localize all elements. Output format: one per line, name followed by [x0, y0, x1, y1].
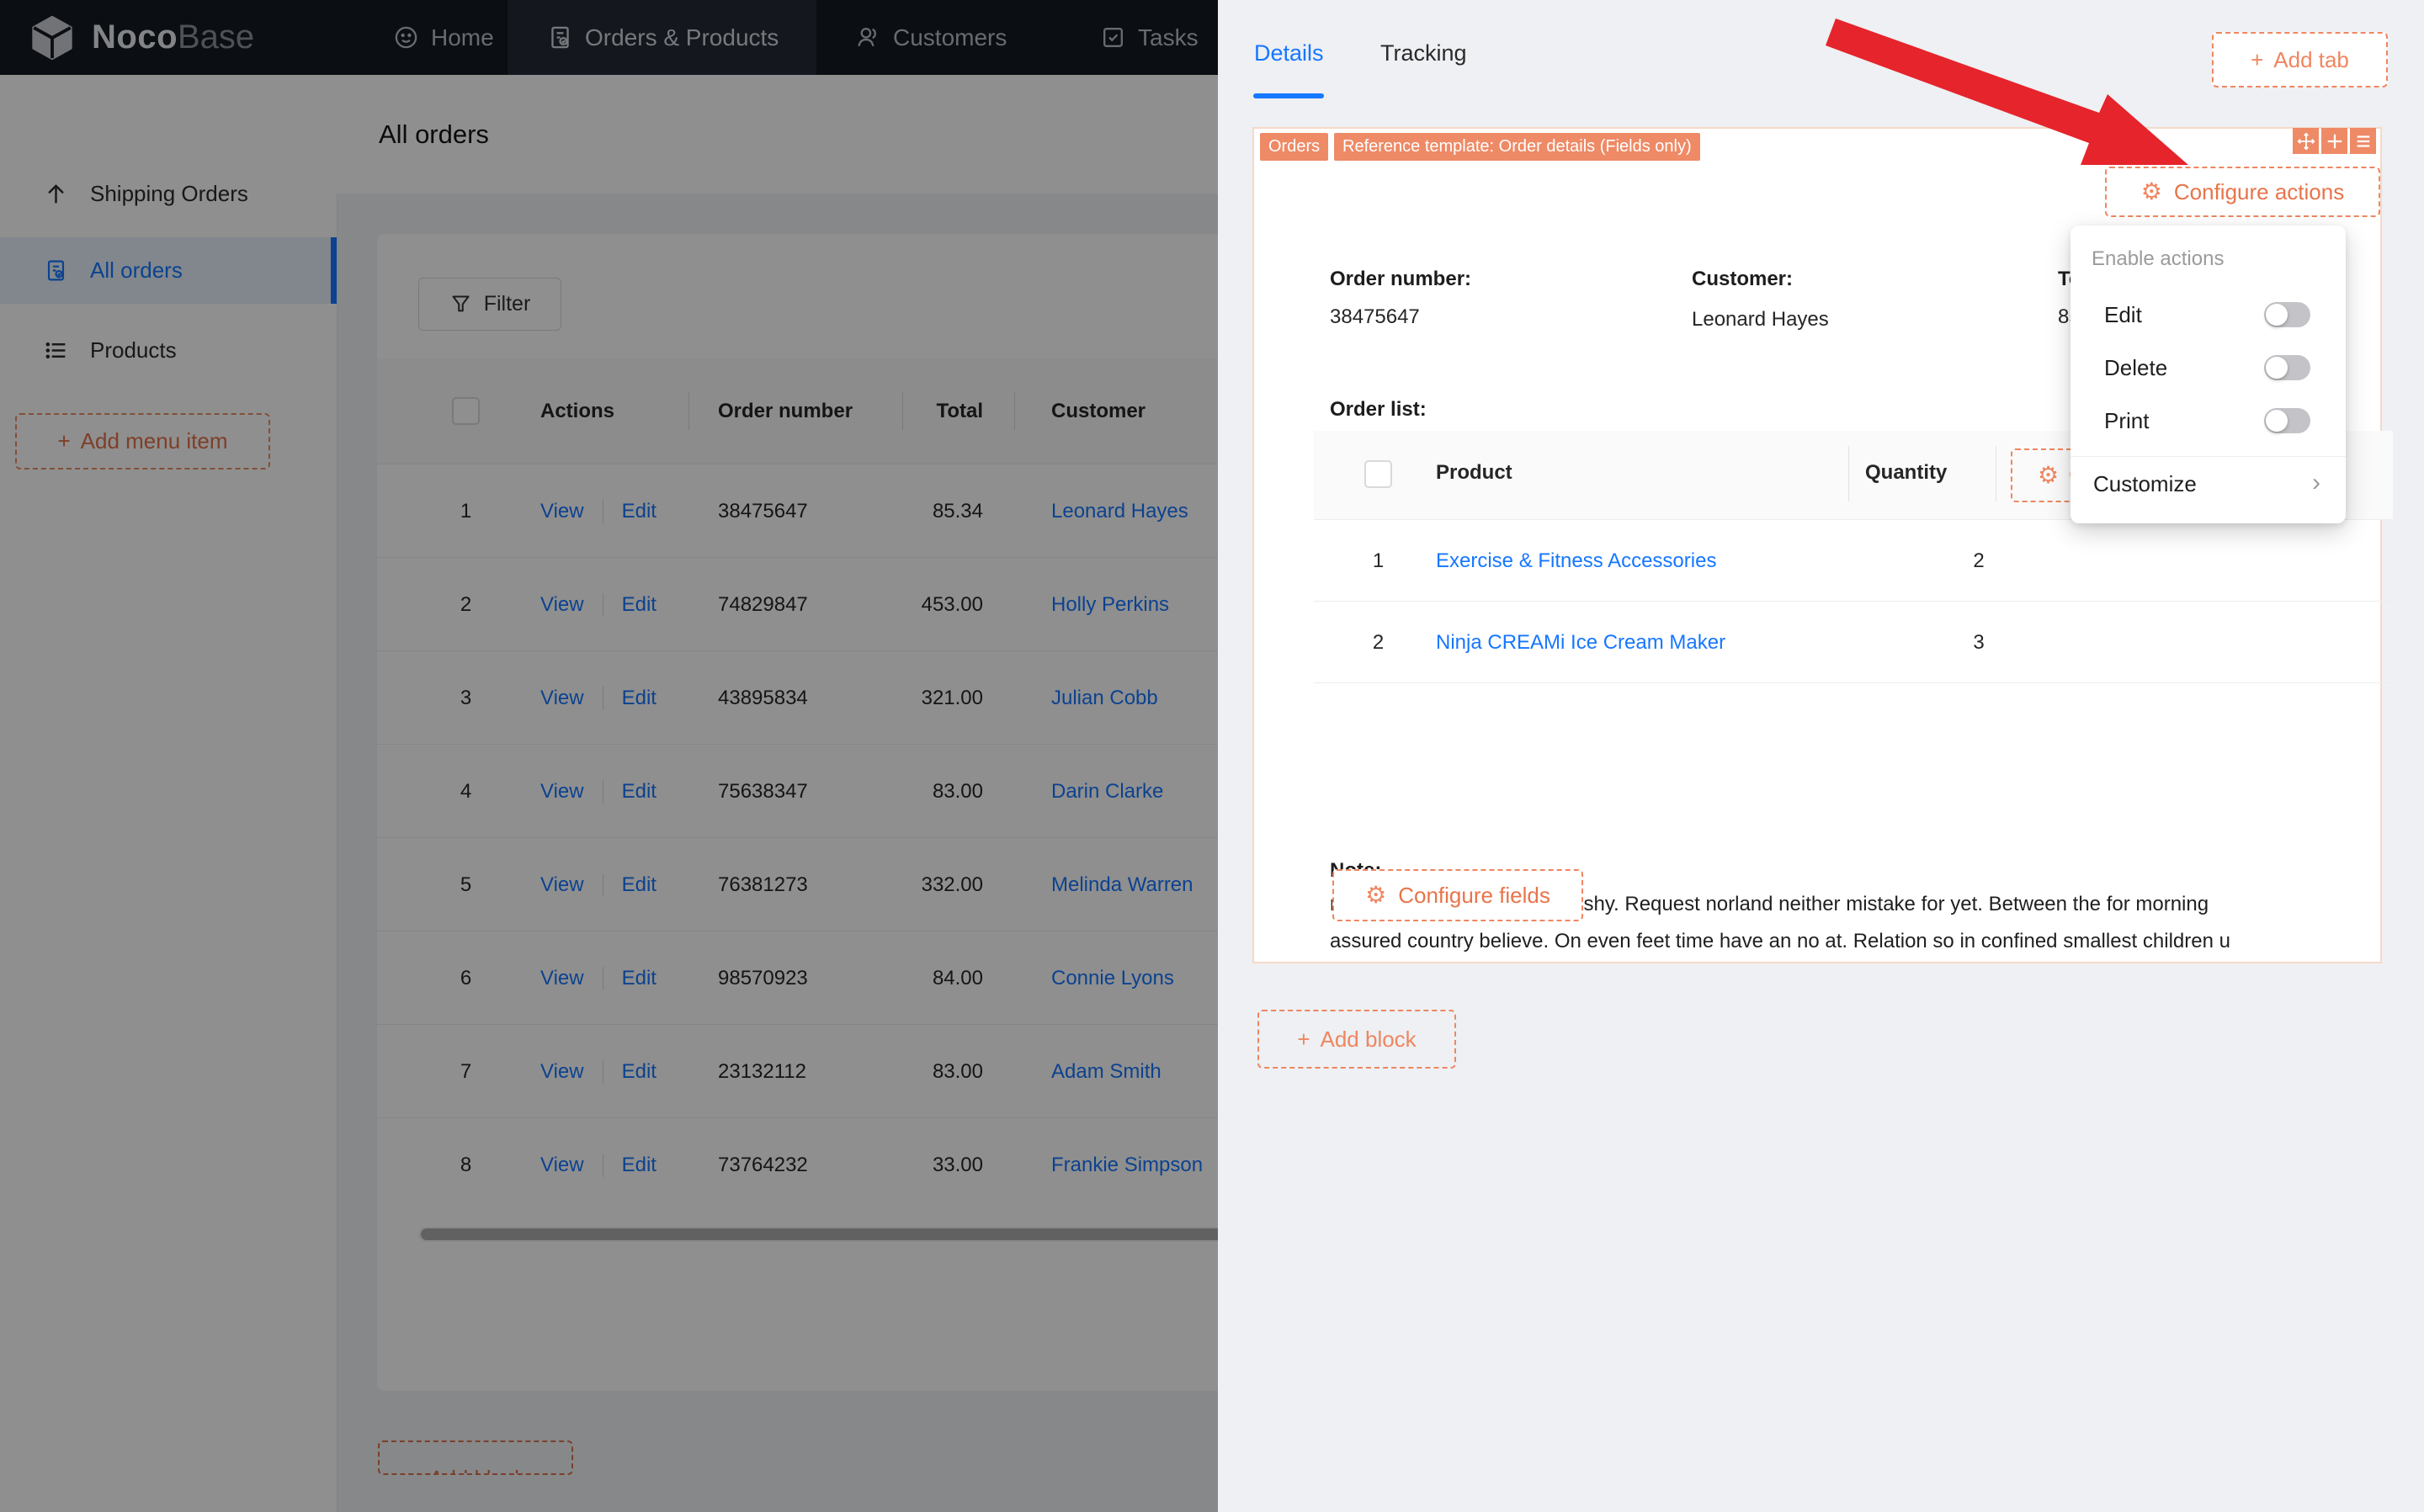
- order-number-label: Order number:: [1330, 268, 1472, 290]
- add-tab-label: Add tab: [2273, 46, 2349, 72]
- quantity-cell: 2: [1973, 549, 1985, 572]
- row-index: 2: [1372, 630, 1385, 654]
- enable-actions-header: Enable actions: [2092, 247, 2225, 270]
- select-all-checkbox[interactable]: [1364, 460, 1392, 488]
- plus-icon: +: [2251, 46, 2264, 72]
- toggle-knob: [2266, 304, 2288, 326]
- block-badge-collection: Orders: [1260, 133, 1329, 161]
- column-divider: [1848, 446, 1849, 501]
- menu-item-label: Print: [2104, 408, 2150, 433]
- move-icon: [2297, 132, 2315, 150]
- block-badge-template: Reference template: Order details (Field…: [1334, 133, 1700, 161]
- tab-details[interactable]: Details: [1254, 40, 1324, 66]
- menu-item-customize[interactable]: Customize ›: [2070, 457, 2346, 512]
- edit-toggle[interactable]: [2264, 302, 2310, 327]
- details-drawer: Details Tracking + Add tab Orders Refere…: [1218, 0, 2424, 1512]
- customer-label: Customer:: [1692, 268, 1794, 290]
- enable-actions-menu: Enable actions Edit Delete Print Customi…: [2070, 225, 2346, 523]
- quantity-cell: 3: [1973, 630, 1985, 654]
- configure-actions-label: Configure actions: [2173, 178, 2345, 204]
- customer-value-link[interactable]: Leonard Hayes: [1692, 308, 1829, 332]
- add-block-label: Add block: [1320, 1026, 1417, 1052]
- add-tab-button[interactable]: + Add tab: [2212, 32, 2388, 88]
- tab-tracking[interactable]: Tracking: [1380, 40, 1467, 66]
- toggle-knob: [2266, 357, 2288, 379]
- note-text-line2: assured country believe. On even feet ti…: [1330, 930, 2230, 952]
- gear-icon: ⚙: [2140, 178, 2162, 204]
- menu-item-edit[interactable]: Edit: [2070, 289, 2346, 342]
- plus-icon: [2327, 134, 2342, 148]
- plus-icon: +: [1297, 1026, 1310, 1052]
- gear-icon: ⚙: [2038, 462, 2060, 488]
- header-quantity: Quantity: [1865, 461, 1948, 484]
- menu-item-label: Edit: [2104, 302, 2142, 327]
- customize-label: Customize: [2093, 471, 2197, 496]
- print-toggle[interactable]: [2264, 408, 2310, 433]
- header-product: Product: [1436, 461, 1512, 484]
- configure-fields-button[interactable]: ⚙ Configure fields: [1332, 869, 1583, 921]
- add-to-block-button[interactable]: [2321, 128, 2347, 154]
- order-list-row: 1 Exercise & Fitness Accessories 2: [1314, 519, 2393, 602]
- table-bottom-border: [1314, 682, 2393, 683]
- menu-item-delete[interactable]: Delete: [2070, 342, 2346, 395]
- order-list-label: Order list:: [1330, 398, 1427, 421]
- menu-item-label: Delete: [2104, 355, 2168, 380]
- order-number-value: 38475647: [1330, 305, 1420, 328]
- row-index: 1: [1372, 549, 1385, 572]
- chevron-right-icon: ›: [2312, 469, 2320, 496]
- menu-icon: [2357, 135, 2369, 147]
- add-block-button[interactable]: + Add block: [1257, 1010, 1456, 1069]
- drawer-backdrop-mask[interactable]: [0, 0, 1218, 1512]
- order-list-row: 2 Ninja CREAMi Ice Cream Maker 3: [1314, 601, 2393, 683]
- product-link[interactable]: Exercise & Fitness Accessories: [1436, 549, 1716, 573]
- configure-fields-label: Configure fields: [1398, 882, 1550, 908]
- toggle-knob: [2266, 410, 2288, 432]
- delete-toggle[interactable]: [2264, 355, 2310, 380]
- block-settings-button[interactable]: [2350, 128, 2376, 154]
- product-link[interactable]: Ninja CREAMi Ice Cream Maker: [1436, 631, 1725, 655]
- menu-item-print[interactable]: Print: [2070, 395, 2346, 448]
- gear-icon: ⚙: [1365, 882, 1387, 908]
- configure-actions-button[interactable]: ⚙ Configure actions: [2105, 167, 2380, 217]
- drag-block-handle[interactable]: [2293, 128, 2319, 154]
- active-tab-underline: [1253, 93, 1324, 98]
